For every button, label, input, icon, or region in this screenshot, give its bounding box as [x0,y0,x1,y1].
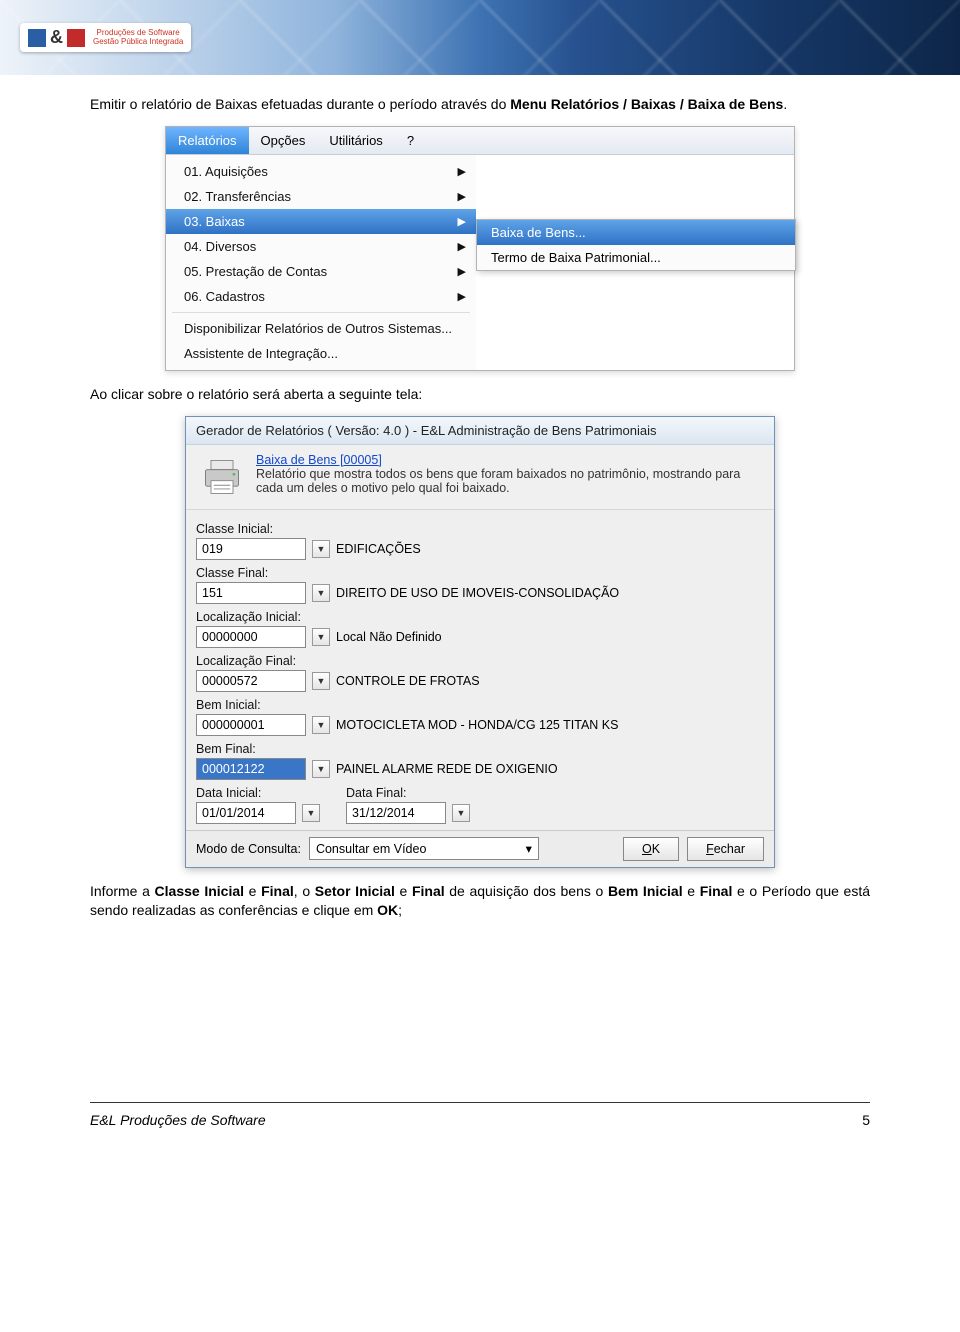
intro-paragraph: Emitir o relatório de Baixas efetuadas d… [90,95,870,114]
chevron-right-icon: ▶ [458,215,466,228]
menu-relatorios[interactable]: Relatórios [166,127,249,154]
text-loc-final: CONTROLE DE FROTAS [336,674,480,688]
text-bem-final: PAINEL ALARME REDE DE OXIGENIO [336,762,558,776]
label-loc-inicial: Localização Inicial: [196,610,764,624]
submenu-baixa-de-bens[interactable]: Baixa de Bens... [477,220,795,245]
dropdown-button[interactable]: ▼ [312,540,330,558]
select-modo-consulta[interactable]: Consultar em Vídeo ▾ [309,837,539,860]
input-bem-inicial[interactable]: 000000001 [196,714,306,736]
label-modo-consulta: Modo de Consulta: [196,842,301,856]
label-bem-final: Bem Final: [196,742,764,756]
input-classe-inicial[interactable]: 019 [196,538,306,560]
label-classe-final: Classe Final: [196,566,764,580]
menu-screenshot: Relatórios Opções Utilitários ? 01. Aqui… [165,126,795,371]
menu-item-diversos[interactable]: 04. Diversos▶ [166,234,476,259]
dialog-title: Gerador de Relatórios ( Versão: 4.0 ) - … [186,417,774,445]
page-number: 5 [862,1112,870,1128]
chevron-right-icon: ▶ [458,290,466,303]
logo-tagline-2: Gestão Pública Integrada [93,38,183,47]
dropdown-button[interactable]: ▼ [452,804,470,822]
ok-button[interactable]: OK [623,837,679,861]
footer-company: E&L Produções de Software [90,1112,266,1128]
input-classe-final[interactable]: 151 [196,582,306,604]
dropdown-button[interactable]: ▼ [312,672,330,690]
chevron-right-icon: ▶ [458,240,466,253]
company-logo: & Produções de Software Gestão Pública I… [20,23,191,52]
dropdown-button[interactable]: ▼ [312,628,330,646]
input-bem-final[interactable]: 000012122 [196,758,306,780]
label-loc-final: Localização Final: [196,654,764,668]
input-loc-final[interactable]: 00000572 [196,670,306,692]
dropdown-button[interactable]: ▼ [312,584,330,602]
label-data-final: Data Final: [346,786,470,800]
dropdown-button[interactable]: ▼ [312,760,330,778]
menu-help[interactable]: ? [395,127,426,154]
menu-item-prestacao[interactable]: 05. Prestação de Contas▶ [166,259,476,284]
report-dialog: Gerador de Relatórios ( Versão: 4.0 ) - … [185,416,775,868]
para-2: Ao clicar sobre o relatório será aberta … [90,385,870,404]
input-data-final[interactable]: 31/12/2014 [346,802,446,824]
text-bem-inicial: MOTOCICLETA MOD - HONDA/CG 125 TITAN KS [336,718,618,732]
menu-item-assistente[interactable]: Assistente de Integração... [166,341,476,366]
menu-utilitarios[interactable]: Utilitários [317,127,394,154]
report-description: Relatório que mostra todos os bens que f… [256,467,762,495]
dropdown-button[interactable]: ▼ [302,804,320,822]
menu-item-cadastros[interactable]: 06. Cadastros▶ [166,284,476,309]
menu-item-aquisicoes[interactable]: 01. Aquisições▶ [166,159,476,184]
label-data-inicial: Data Inicial: [196,786,320,800]
chevron-down-icon: ▾ [526,841,532,856]
para-3: Informe a Classe Inicial e Final, o Seto… [90,882,870,920]
menu-item-disponibilizar[interactable]: Disponibilizar Relatórios de Outros Sist… [166,316,476,341]
input-data-inicial[interactable]: 01/01/2014 [196,802,296,824]
header-banner: & Produções de Software Gestão Pública I… [0,0,960,75]
submenu-baixas: Baixa de Bens... Termo de Baixa Patrimon… [476,219,796,271]
submenu-termo-baixa[interactable]: Termo de Baixa Patrimonial... [477,245,795,270]
text-classe-final: DIREITO DE USO DE IMOVEIS-CONSOLIDAÇÃO [336,586,619,600]
menu-item-baixas[interactable]: 03. Baixas▶ [166,209,476,234]
input-loc-inicial[interactable]: 00000000 [196,626,306,648]
fechar-button[interactable]: Fechar [687,837,764,861]
report-link[interactable]: Baixa de Bens [00005] [256,453,762,467]
text-loc-inicial: Local Não Definido [336,630,442,644]
printer-icon [198,453,246,501]
menu-item-transferencias[interactable]: 02. Transferências▶ [166,184,476,209]
menu-opcoes[interactable]: Opções [249,127,318,154]
chevron-right-icon: ▶ [458,190,466,203]
chevron-right-icon: ▶ [458,165,466,178]
text-classe-inicial: EDIFICAÇÕES [336,542,421,556]
label-classe-inicial: Classe Inicial: [196,522,764,536]
menu-separator [172,312,470,313]
dropdown-button[interactable]: ▼ [312,716,330,734]
label-bem-inicial: Bem Inicial: [196,698,764,712]
chevron-right-icon: ▶ [458,265,466,278]
